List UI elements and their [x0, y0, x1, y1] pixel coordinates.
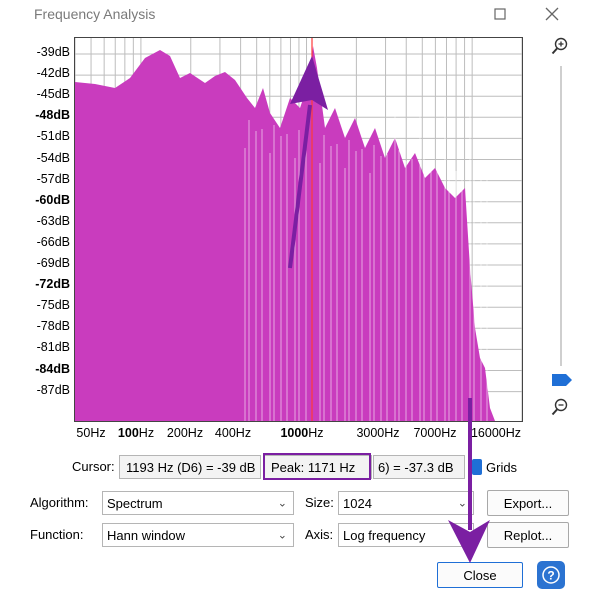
y-tick-label: -69dB [36, 256, 70, 270]
function-label: Function: [30, 527, 84, 542]
y-tick-label: -60dB [35, 192, 70, 207]
zoom-in-icon [551, 37, 568, 55]
chevron-down-icon: ⌄ [457, 529, 467, 542]
spectrum-svg [75, 38, 522, 421]
peak-value-readout: 6) = -37.3 dB [373, 455, 465, 479]
cursor-label: Cursor: [72, 459, 115, 474]
y-tick-label: -84dB [35, 361, 70, 376]
export-button[interactable]: Export... [487, 490, 569, 516]
slider-thumb-icon [552, 374, 572, 386]
y-tick-label: -66dB [36, 234, 70, 249]
x-tick-label: 200Hz [166, 426, 204, 440]
y-tick-label: -75dB [36, 298, 70, 313]
help-button[interactable]: ? [537, 561, 565, 589]
svg-text:?: ? [547, 569, 554, 583]
axis-value: Log frequency [343, 527, 426, 543]
y-tick-label: -72dB [35, 277, 70, 292]
y-axis: -39dB -42dB -45dB -48dB -51dB -54dB -57dB -60dB… [0, 0, 72, 430]
y-tick-label: -81dB [36, 340, 70, 355]
maximize-icon [494, 8, 506, 20]
size-select[interactable]: 1024 ⌄ [338, 491, 474, 515]
grids-label: Grids [486, 460, 518, 475]
y-tick-label: -39dB [36, 45, 70, 59]
x-tick-label: 50Hz [76, 426, 106, 440]
zoom-slider-thumb[interactable] [552, 373, 572, 386]
grids-checkbox[interactable] [472, 459, 482, 475]
scroll-track [560, 66, 562, 366]
x-tick-label: 1000Hz [280, 426, 324, 440]
y-tick-label: -87dB [36, 382, 70, 397]
y-tick-label: -51dB [36, 129, 70, 144]
help-icon: ? [542, 566, 560, 584]
axis-select[interactable]: Log frequency ⌄ [338, 523, 474, 547]
replot-button[interactable]: Replot... [487, 522, 569, 548]
peak-readout: Peak: 1171 Hz [264, 455, 372, 479]
algorithm-select[interactable]: Spectrum ⌄ [102, 491, 294, 515]
y-tick-label: -63dB [36, 213, 70, 228]
close-button[interactable]: Close [437, 562, 523, 588]
x-tick-label: 400Hz [214, 426, 252, 440]
zoom-out-button[interactable] [551, 398, 569, 421]
close-icon [545, 7, 559, 21]
x-tick-label: 100Hz [117, 426, 155, 440]
title-bar: Frequency Analysis [0, 0, 600, 28]
y-tick-label: -48dB [35, 108, 70, 123]
chevron-down-icon: ⌄ [457, 497, 467, 510]
function-value: Hann window [107, 527, 186, 543]
zoom-scrollbar[interactable] [556, 66, 566, 386]
x-tick-label: 16000Hz [470, 426, 522, 440]
x-tick-label: 7000Hz [413, 426, 457, 440]
y-tick-label: -45dB [36, 87, 70, 102]
zoom-in-button[interactable] [551, 37, 569, 60]
chevron-down-icon: ⌄ [277, 497, 287, 510]
axis-label: Axis: [305, 527, 334, 542]
close-window-button[interactable] [538, 2, 566, 26]
y-tick-label: -57dB [36, 171, 70, 186]
y-tick-label: -42dB [36, 66, 70, 81]
chevron-down-icon: ⌄ [277, 529, 287, 542]
size-value: 1024 [343, 495, 372, 511]
size-label: Size: [305, 495, 334, 510]
function-select[interactable]: Hann window ⌄ [102, 523, 294, 547]
zoom-out-icon [551, 398, 568, 416]
spectrum-plot[interactable] [74, 37, 523, 422]
x-tick-label: 3000Hz [356, 426, 400, 440]
algorithm-value: Spectrum [107, 495, 163, 511]
maximize-button[interactable] [486, 2, 514, 26]
algorithm-label: Algorithm: [30, 495, 89, 510]
y-tick-label: -54dB [36, 150, 70, 165]
cursor-readout: 1193 Hz (D6) = -39 dB [119, 455, 261, 479]
y-tick-label: -78dB [36, 319, 70, 334]
